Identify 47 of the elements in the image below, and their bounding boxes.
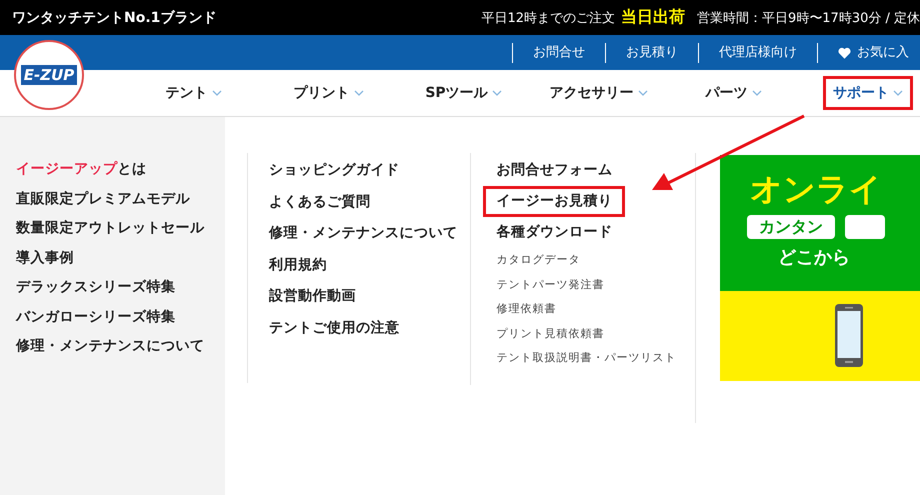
guide-link[interactable]: 設営動作動画 <box>268 281 356 312</box>
support-link[interactable]: 各種ダウンロード <box>483 217 626 248</box>
sidebar-link[interactable]: 直販限定プレミアムモデル <box>16 184 190 214</box>
chevron-icon <box>893 90 903 96</box>
support-link[interactable]: テントパーツ発注書 <box>483 272 604 297</box>
nav-tab[interactable]: パーツ <box>666 76 801 110</box>
banner-headline: オンライ <box>750 169 882 209</box>
guide-link[interactable]: 修理・メンテナンスについて <box>268 218 458 250</box>
sidebar-link[interactable]: イージーアップとは <box>16 155 146 184</box>
support-link[interactable]: プリント見積依頼書 <box>483 322 604 346</box>
sidebar-link[interactable]: バンガローシリーズ特集 <box>16 302 176 332</box>
nav-tab[interactable]: アクセサリー <box>531 76 666 110</box>
nav-tab[interactable]: テント <box>126 76 261 110</box>
support-link[interactable]: お問合せフォーム <box>483 155 626 186</box>
nav-tab[interactable]: サポート <box>823 76 913 110</box>
banner-subline: どこから <box>778 246 850 269</box>
support-link[interactable]: カタログデータ <box>483 248 580 272</box>
brand-logo[interactable]: E-ZUP <box>14 40 84 110</box>
chevron-icon <box>638 90 648 96</box>
sidebar-link[interactable]: 数量限定アウトレットセール <box>16 214 204 244</box>
smartphone-icon <box>834 303 864 368</box>
utility-link[interactable]: 代理店様向け <box>698 42 817 62</box>
support-link[interactable]: イージーお見積り <box>483 186 626 217</box>
support-link[interactable]: 修理依頼書 <box>483 297 556 322</box>
nav-tab[interactable]: SPツール <box>396 76 531 110</box>
chevron-icon <box>492 90 502 96</box>
utility-link[interactable]: お見積り <box>605 42 698 62</box>
guide-link[interactable]: 利用規約 <box>268 250 327 281</box>
guide-link[interactable]: テントご使用の注意 <box>268 312 400 344</box>
favorites-link[interactable]: お気に入 <box>817 42 920 62</box>
sidebar-link[interactable]: 導入事例 <box>16 244 74 273</box>
chevron-icon <box>212 90 222 96</box>
order-note: 平日12時までのご注文 <box>481 10 615 26</box>
same-day-shipping: 当日出荷 <box>621 7 685 28</box>
heart-icon <box>838 46 851 58</box>
guide-link[interactable]: よくあるご質問 <box>268 186 370 218</box>
utility-link[interactable]: お問合せ <box>512 42 605 62</box>
chevron-icon <box>752 90 762 96</box>
business-hours: 営業時間：平日9時〜17時30分 / 定休 <box>697 10 920 26</box>
banner-tag: カンタン <box>747 215 835 239</box>
brand-tagline: ワンタッチテントNo.1ブランド <box>12 8 216 26</box>
guide-link[interactable]: ショッピングガイド <box>268 155 400 186</box>
sidebar-link[interactable]: 修理・メンテナンスについて <box>16 332 204 362</box>
nav-tab[interactable]: プリント <box>261 76 396 110</box>
sidebar-link[interactable]: デラックスシリーズ特集 <box>16 273 176 302</box>
support-link[interactable]: テント取扱説明書・パーツリスト <box>483 346 676 370</box>
chevron-icon <box>354 90 364 96</box>
